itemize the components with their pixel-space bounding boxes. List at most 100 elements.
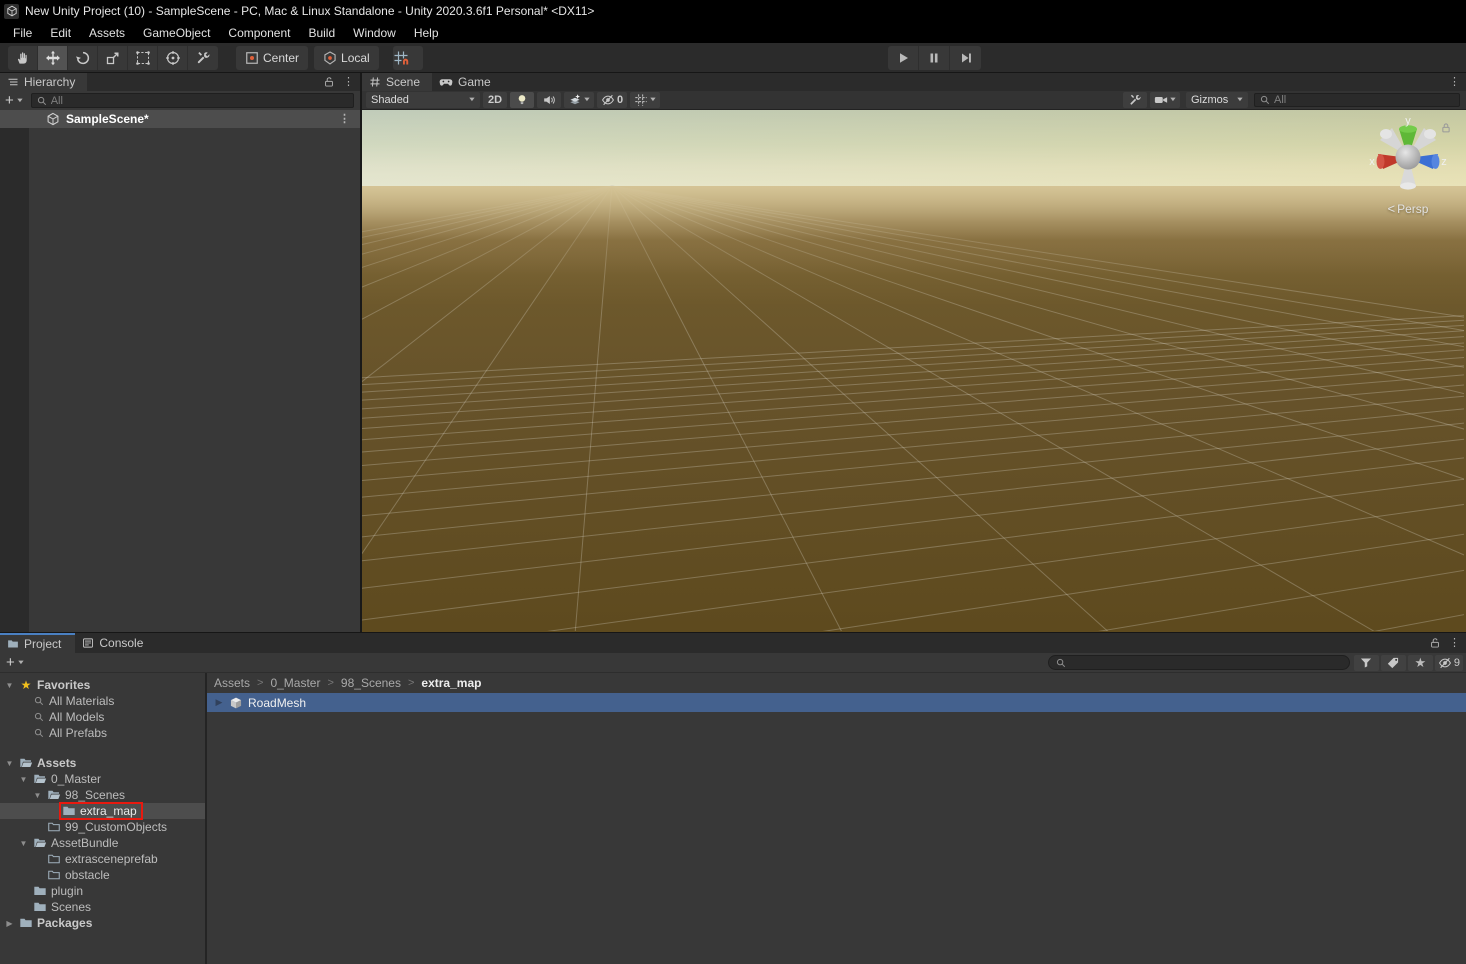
mesh-cube-icon	[229, 696, 243, 710]
foldout-open-icon[interactable]: ▼	[4, 759, 15, 768]
tab-project[interactable]: Project	[0, 633, 75, 653]
caret-down-icon: ▼	[583, 97, 592, 103]
menu-help[interactable]: Help	[405, 22, 448, 43]
tab-hierarchy[interactable]: Hierarchy	[0, 73, 87, 91]
hand-tool-button[interactable]	[8, 46, 38, 70]
project-content: Assets > 0_Master > 98_Scenes > extra_ma…	[207, 673, 1466, 964]
grid-snap-button[interactable]	[393, 46, 423, 70]
breadcrumb-98-scenes[interactable]: 98_Scenes	[341, 676, 401, 690]
scene-effects-button[interactable]: ▼	[564, 92, 594, 108]
menu-file[interactable]: File	[4, 22, 41, 43]
breadcrumb-assets[interactable]: Assets	[214, 676, 250, 690]
rotation-local-button[interactable]: Local	[314, 46, 379, 70]
play-button[interactable]	[888, 46, 919, 70]
tree-item-obstacle[interactable]: obstacle	[0, 867, 205, 883]
step-button[interactable]	[950, 46, 981, 70]
transform-tool-button[interactable]	[158, 46, 188, 70]
hierarchy-body[interactable]	[0, 128, 360, 632]
play-controls	[888, 46, 981, 70]
asset-row-roadmesh[interactable]: ▶ RoadMesh	[207, 693, 1466, 712]
unlock-icon[interactable]	[323, 76, 335, 88]
tree-item-all-models[interactable]: All Models	[0, 709, 205, 725]
project-add-button[interactable]: + ▼	[6, 654, 24, 671]
shading-mode-dropdown[interactable]: Shaded ▼	[366, 92, 480, 108]
project-body: ▼ ★ Favorites All Materials All Models	[0, 673, 1466, 964]
camera-settings-button[interactable]: ▼	[1150, 92, 1180, 108]
axis-gizmo-icon[interactable]: y x z	[1368, 116, 1448, 196]
project-kebab-menu-icon[interactable]: ⋮	[1449, 638, 1460, 649]
rect-tool-button[interactable]	[128, 46, 158, 70]
orientation-gizmo[interactable]: y x z < Persp	[1366, 116, 1450, 216]
tree-spacer	[0, 741, 205, 755]
hierarchy-add-button[interactable]: + ▼	[5, 92, 23, 109]
custom-tools-button[interactable]	[188, 46, 218, 70]
tree-item-all-materials[interactable]: All Materials	[0, 693, 205, 709]
unlock-icon[interactable]	[1429, 637, 1441, 649]
move-tool-button[interactable]	[38, 46, 68, 70]
scene-kebab-menu-icon[interactable]: ⋮	[1449, 77, 1460, 88]
menu-window[interactable]: Window	[344, 22, 405, 43]
tree-item-favorites[interactable]: ▼ ★ Favorites	[0, 677, 205, 693]
gizmo-lock-icon[interactable]	[1440, 122, 1452, 134]
tab-console[interactable]: Console	[75, 633, 157, 653]
menu-assets[interactable]: Assets	[80, 22, 134, 43]
scene-lighting-button[interactable]	[510, 92, 534, 108]
tree-item-plugin[interactable]: plugin	[0, 883, 205, 899]
search-by-type-button[interactable]	[1354, 655, 1379, 671]
tree-item-99-customobjects[interactable]: 99_CustomObjects	[0, 819, 205, 835]
hidden-object-count: 0	[617, 94, 623, 106]
gizmos-dropdown[interactable]: Gizmos ▼	[1186, 92, 1248, 108]
foldout-open-icon[interactable]: ▼	[18, 775, 29, 784]
tree-item-extra-map[interactable]: extra_map	[0, 803, 205, 819]
pause-button[interactable]	[919, 46, 950, 70]
foldout-open-icon[interactable]: ▼	[18, 839, 29, 848]
kebab-menu-icon[interactable]: ⋮	[343, 77, 354, 88]
menu-gameobject[interactable]: GameObject	[134, 22, 219, 43]
scene-audio-button[interactable]	[537, 92, 561, 108]
scene-viewport[interactable]: y x z < Persp	[362, 110, 1466, 632]
favorites-filter-button[interactable]: ★	[1408, 655, 1433, 671]
rotate-icon	[75, 50, 91, 66]
foldout-closed-icon[interactable]: ▶	[214, 697, 224, 708]
tree-item-packages[interactable]: ▶ Packages	[0, 915, 205, 931]
rotate-tool-button[interactable]	[68, 46, 98, 70]
tree-item-assets[interactable]: ▼ Assets	[0, 755, 205, 771]
tree-item-extrasceneprefab[interactable]: extrasceneprefab	[0, 851, 205, 867]
persp-arrow-icon: <	[1388, 201, 1396, 216]
wrench-icon	[195, 50, 211, 66]
tab-scene[interactable]: Scene	[362, 73, 432, 91]
hierarchy-scene-row[interactable]: SampleScene* ⋮	[0, 110, 360, 128]
project-search-input[interactable]	[1071, 657, 1343, 669]
transform-tools-group	[8, 46, 218, 70]
menu-build[interactable]: Build	[299, 22, 344, 43]
tree-item-0-master[interactable]: ▼ 0_Master	[0, 771, 205, 787]
projection-mode[interactable]: < Persp	[1366, 201, 1450, 216]
tab-game[interactable]: Game	[432, 73, 503, 91]
scene-row-kebab-icon[interactable]: ⋮	[339, 114, 350, 125]
play-icon	[895, 50, 911, 66]
foldout-closed-icon[interactable]: ▶	[4, 919, 15, 928]
scene-grid-button[interactable]: ▼	[630, 92, 660, 108]
tree-item-98-scenes[interactable]: ▼ 98_Scenes	[0, 787, 205, 803]
scene-search-input[interactable]	[1274, 94, 1455, 106]
pivot-center-button[interactable]: Center	[236, 46, 308, 70]
hierarchy-search-field[interactable]	[31, 93, 354, 108]
scene-search-field[interactable]	[1254, 93, 1460, 107]
tree-item-all-prefabs[interactable]: All Prefabs	[0, 725, 205, 741]
menu-component[interactable]: Component	[219, 22, 299, 43]
search-by-label-button[interactable]	[1381, 655, 1406, 671]
tree-item-scenes[interactable]: Scenes	[0, 899, 205, 915]
foldout-open-icon[interactable]: ▼	[4, 681, 15, 690]
editor-tools-button[interactable]	[1123, 92, 1147, 108]
menu-edit[interactable]: Edit	[41, 22, 80, 43]
scale-tool-button[interactable]	[98, 46, 128, 70]
project-visibility-button[interactable]: 9	[1435, 655, 1463, 671]
breadcrumb-0-master[interactable]: 0_Master	[270, 676, 320, 690]
breadcrumb-extra-map[interactable]: extra_map	[421, 676, 481, 690]
tree-item-assetbundle[interactable]: ▼ AssetBundle	[0, 835, 205, 851]
project-search-field[interactable]	[1048, 655, 1350, 670]
scene-visibility-button[interactable]: 0	[597, 92, 627, 108]
foldout-open-icon[interactable]: ▼	[32, 791, 43, 800]
toggle-2d-button[interactable]: 2D	[483, 92, 507, 108]
hierarchy-search-input[interactable]	[51, 95, 349, 107]
